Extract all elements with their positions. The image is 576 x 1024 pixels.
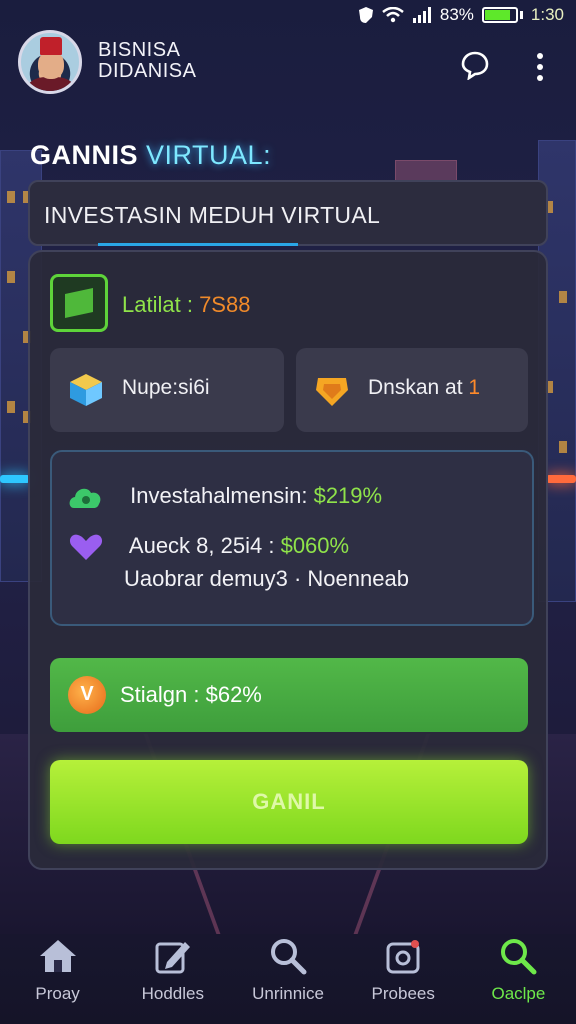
nav-label: Hoddles — [141, 984, 204, 1003]
home-icon — [39, 940, 76, 972]
section-header-title: INVESTASIN MEDUH VIRTUAL — [44, 202, 381, 228]
nav-label: Oaclpe — [491, 984, 546, 1003]
settings-icon — [386, 940, 420, 974]
search-icon — [501, 939, 537, 975]
reward-bar[interactable]: V Stialgn : $62% — [50, 658, 528, 732]
rank-tile-highlight: 1 — [468, 376, 481, 399]
medal-icon — [316, 378, 348, 406]
stat-investment-value: $219% — [313, 482, 383, 508]
investment-panel: Latilat : 7S88 Nupe:si6i Dnskan at 1 Inv… — [28, 250, 548, 870]
battery-icon — [481, 7, 518, 23]
coin-letter: V — [80, 683, 94, 705]
nav-item-home[interactable]: Proay — [0, 924, 115, 1024]
cloud-money-icon — [69, 488, 101, 508]
stat-row-secondary: Aueck 8, 25i4 : $060% — [68, 532, 349, 562]
reward-label: Stialgn : $62% — [120, 682, 262, 707]
more-options-icon[interactable] — [530, 50, 550, 84]
stat-secondary-label: Aueck 8, 25i4 : — [128, 532, 275, 558]
level-label: Latilat : — [122, 292, 193, 317]
cube-icon — [50, 274, 108, 332]
battery-tip — [519, 11, 523, 19]
brand-name: BISNISA DIDANISA — [98, 40, 196, 82]
stat-investment-label: Investahalmensin: — [130, 482, 308, 508]
box-icon — [70, 374, 102, 406]
page-title-part2: VIRTUAL: — [146, 140, 272, 170]
battery-percent: 83% — [439, 5, 474, 24]
active-indicator — [98, 243, 298, 246]
edit-icon — [155, 942, 190, 974]
page-title: GANNIS VIRTUAL: — [30, 140, 271, 171]
chat-icon[interactable] — [460, 50, 490, 80]
rank-tile-label: Dnskan at 1 — [368, 376, 480, 400]
brand-line-2: DIDANISA — [98, 60, 197, 82]
coin-icon: V — [68, 676, 106, 714]
shield-icon — [358, 7, 373, 23]
rank-tile-text: Dnskan at — [368, 376, 469, 399]
nav-label: Probees — [371, 984, 435, 1003]
level-indicator: Latilat : 7S88 — [122, 292, 250, 318]
wifi-icon — [382, 7, 404, 23]
section-header-card: INVESTASIN MEDUH VIRTUAL — [28, 180, 548, 246]
nav-item-search[interactable]: Unrinnice — [230, 924, 345, 1024]
nav-item-settings[interactable]: Probees — [346, 924, 461, 1024]
nav-item-edit[interactable]: Hoddles — [115, 924, 230, 1024]
search-icon — [271, 939, 307, 975]
level-value: 7S88 — [199, 292, 251, 317]
asset-tile[interactable]: Nupe:si6i — [50, 348, 284, 432]
stats-card: Investahalmensin: $219% Aueck 8, 25i4 : … — [50, 450, 534, 626]
neon-light-right — [546, 475, 576, 483]
nav-label: Proay — [35, 984, 80, 1003]
neon-light-left — [0, 475, 30, 483]
bottom-navigation: Proay Hoddles Unrinnice Probees Oaclpe — [0, 924, 576, 1024]
avatar[interactable] — [18, 30, 82, 94]
stat-secondary-value: $060% — [280, 532, 350, 558]
stat-row-investment: Investahalmensin: $219% — [68, 482, 382, 512]
heart-icon — [69, 534, 103, 560]
clock: 1:30 — [530, 5, 564, 24]
nav-item-explore[interactable]: Oaclpe — [461, 924, 576, 1024]
page-title-part1: GANNIS — [30, 140, 139, 170]
status-bar: 83% 1:30 — [0, 0, 576, 30]
brand-line-1: BISNISA — [98, 39, 181, 61]
primary-action-button[interactable]: GANIL — [50, 760, 528, 844]
asset-tile-label: Nupe:si6i — [122, 376, 210, 399]
rank-tile[interactable]: Dnskan at 1 — [296, 348, 528, 432]
signal-icon — [412, 7, 431, 23]
stat-row-note: Uaobrar demuy3 · Noenneab — [124, 566, 409, 591]
nav-label: Unrinnice — [252, 984, 324, 1003]
